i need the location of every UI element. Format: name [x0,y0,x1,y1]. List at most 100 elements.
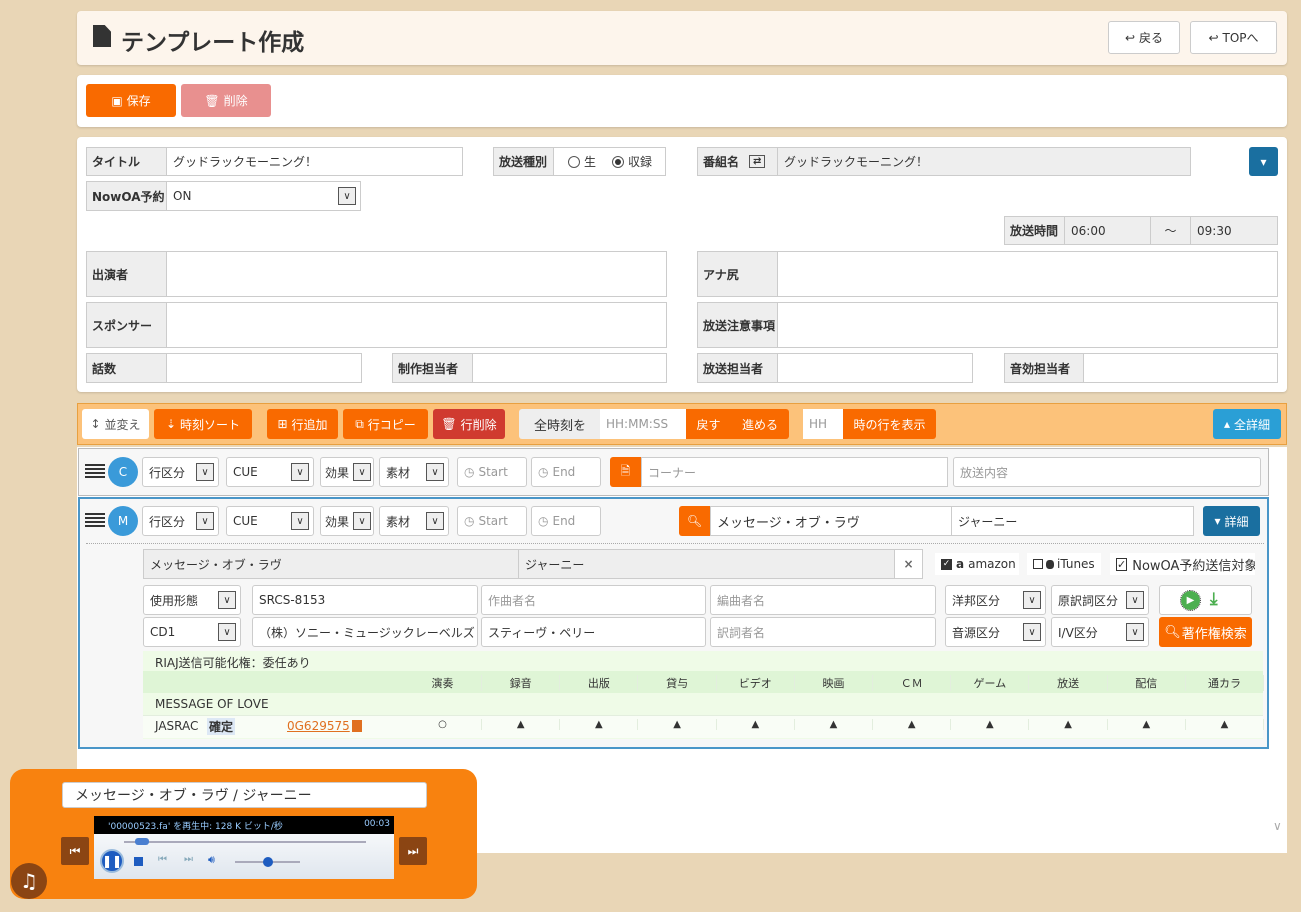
delete-button[interactable]: 🗑 削除 [181,84,271,117]
song-input[interactable]: メッセージ・オブ・ラヴ [710,506,952,536]
work-code-link[interactable]: 0G629575 [287,719,350,733]
translator-input[interactable]: 訳詞者名 [710,617,936,647]
music-icon[interactable]: ♫ [11,863,47,899]
corner-icon-button[interactable]: 🗎 [610,457,641,487]
stop-button[interactable] [134,857,143,866]
media-select[interactable]: CD1 ∨ [143,617,241,647]
volume-icon[interactable]: 🔊︎ [208,853,215,867]
detail-artist[interactable]: ジャーニー [518,549,895,579]
notes-textarea[interactable] [777,302,1278,348]
song-search-button[interactable]: 🔍︎ [679,506,710,536]
swap-icon[interactable]: ⇄ [749,155,766,168]
airtime-end[interactable]: 09:30 [1190,216,1278,245]
reorder-button[interactable]: ↕ 並変え [82,409,149,439]
catalog-input[interactable]: SRCS-8153 [252,585,478,615]
previous-track-button[interactable]: ⏮ [61,837,89,865]
ana-textarea[interactable] [777,251,1278,297]
shift-forward-button[interactable]: 進める [731,409,789,439]
origin-select[interactable]: 洋邦区分 ∨ [945,585,1046,615]
chevron-down-icon: ∨ [196,463,214,481]
nowoa-select[interactable]: ON ∨ [166,181,361,211]
material-select[interactable]: 素材 ∨ [379,457,449,487]
chevron-down-icon: ∨ [1126,623,1144,641]
next-track-button[interactable]: ⏭ [399,837,427,865]
volume-handle[interactable] [262,857,273,867]
radio-live[interactable] [568,155,580,168]
hour-input[interactable]: HH [803,409,843,439]
clock-icon: ◷ [538,465,549,479]
rights-mark: ▲ [795,719,873,730]
nowoa-send-checkbox[interactable]: ✓ NowOA予約送信対象 [1110,553,1255,575]
sponsor-textarea[interactable] [166,302,667,348]
copyright-search-button[interactable]: 🔍︎ 著作権検索 [1159,617,1252,647]
detail-button[interactable]: ▾ 詳細 [1203,506,1260,536]
material-select[interactable]: 素材 ∨ [379,506,449,536]
episode-input[interactable] [166,353,362,383]
sound-staff-input[interactable] [1083,353,1278,383]
arranger-input[interactable]: 編曲者名 [710,585,936,615]
top-button[interactable]: ↩ TOPへ [1190,21,1277,54]
itunes-checkbox[interactable]: iTunes [1027,553,1101,575]
effect-select[interactable]: 効果 ∨ [320,506,374,536]
save-button[interactable]: ▣ 保存 [86,84,176,117]
producer-input[interactable] [472,353,667,383]
checkbox-checked-icon: ✓ [941,558,952,570]
program-dropdown-button[interactable]: ▾ [1249,147,1278,176]
copy-row-button[interactable]: ⧉ 行コピー [343,409,428,439]
cue-select[interactable]: CUE ∨ [226,457,314,487]
composer-input[interactable]: 作曲者名 [481,585,706,615]
translation-select[interactable]: 原訳詞区分 ∨ [1051,585,1149,615]
start-time-input[interactable]: ◷ Start [457,506,527,536]
pause-button[interactable]: ❚❚ [100,849,124,873]
add-row-button[interactable]: ⊞ 行追加 [267,409,338,439]
effect-select[interactable]: 効果 ∨ [320,457,374,487]
label-input[interactable]: （株）ソニー・ミュージックレーベルズ [252,617,478,647]
corner-input[interactable]: コーナー [641,457,948,487]
seek-handle[interactable] [135,838,150,845]
checkbox-empty-icon [1033,559,1043,569]
rights-mark: ▲ [482,719,561,730]
usage-select[interactable]: 使用形態 ∨ [143,585,241,615]
cue-select[interactable]: CUE ∨ [226,506,314,536]
row-type-select[interactable]: 行区分 ∨ [142,506,219,536]
clear-button[interactable]: × [894,549,923,579]
drag-handle-icon[interactable] [85,464,105,478]
radio-recorded[interactable] [612,155,625,168]
detail-song[interactable]: メッセージ・オブ・ラヴ [143,549,519,579]
seek-bar[interactable] [124,838,366,845]
back-button[interactable]: ↩ 戻る [1108,21,1180,54]
delete-row-button[interactable]: 🗑 行削除 [433,409,505,439]
source-select[interactable]: 音源区分 ∨ [945,617,1046,647]
copy-icon[interactable] [352,720,362,732]
lyricist-input[interactable]: スティーヴ・ペリー [481,617,706,647]
time-shift-input[interactable]: HH:MM:SS [600,409,686,439]
start-time-input[interactable]: ◷ Start [457,457,527,487]
next-icon[interactable]: ⏭ [184,854,193,865]
end-time-input[interactable]: ◷ End [531,506,601,536]
content-input[interactable]: 放送内容 [953,457,1261,487]
drag-handle-icon[interactable] [85,513,105,527]
time-sort-button[interactable]: ⇣ 時刻ソート [154,409,252,439]
iv-select[interactable]: I/V区分 ∨ [1051,617,1149,647]
previous-icon[interactable]: ⏮ [158,854,167,865]
download-icon[interactable]: ⤓ [1210,589,1218,609]
broadcast-staff-input[interactable] [777,353,973,383]
all-detail-button[interactable]: ▴ 全詳細 [1213,409,1281,439]
show-hour-button[interactable]: 時の行を表示 [843,409,936,439]
artist-input[interactable]: ジャーニー [951,506,1194,536]
volume-slider[interactable] [235,857,300,867]
scrollbar[interactable]: ∨ [1270,447,1287,853]
chevron-down-icon: ∨ [196,512,214,530]
play-icon[interactable]: ▶ [1180,590,1201,611]
shift-back-button[interactable]: 戻す [686,409,731,439]
end-time-input[interactable]: ◷ End [531,457,601,487]
program-input[interactable]: グッドラックモーニング！ [777,147,1191,176]
notes-label: 放送注意事項 [697,302,778,348]
title-input[interactable]: グッドラックモーニング！ [166,147,463,176]
cast-textarea[interactable] [166,251,667,297]
airtime-start[interactable]: 06:00 [1064,216,1151,245]
row-type-select[interactable]: 行区分 ∨ [142,457,219,487]
amazon-checkbox[interactable]: ✓ a amazon [935,553,1019,575]
rights-column-header: ビデオ [717,675,795,691]
original-title: MESSAGE OF LOVE [155,697,269,711]
